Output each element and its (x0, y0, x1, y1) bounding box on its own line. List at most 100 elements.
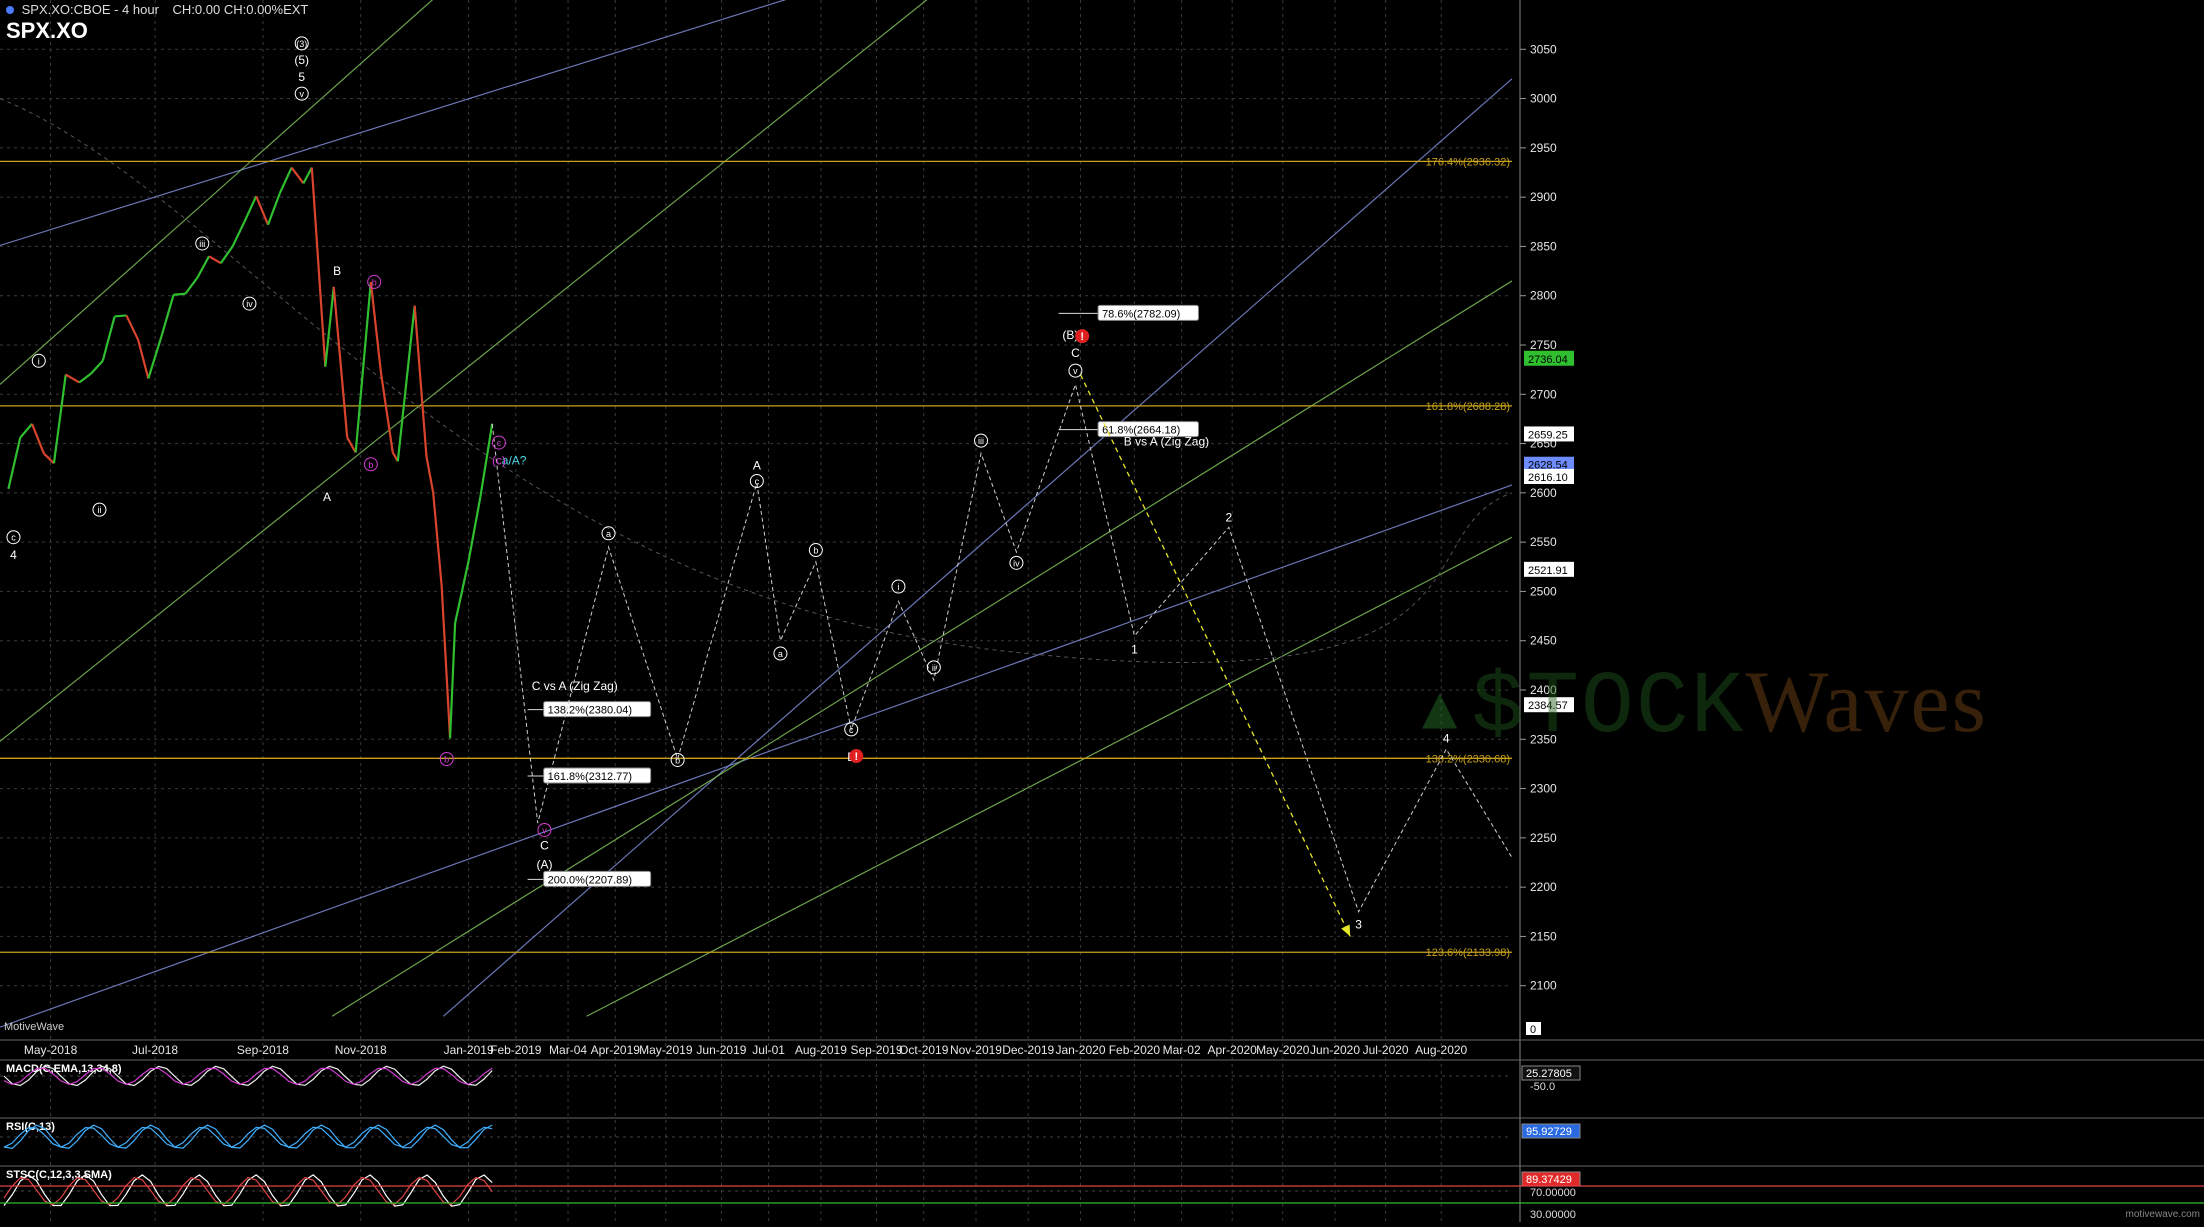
x-tick-label: Jan-2019 (444, 1043, 494, 1057)
wave-label: 5 (298, 70, 305, 84)
x-tick-label: Jul-01 (752, 1043, 785, 1057)
y-tick-label: 2600 (1530, 486, 1557, 500)
wave-label: ii (97, 505, 101, 515)
watermark-triangle-icon: ▲ (1410, 674, 1472, 742)
wave-label: iii (978, 436, 984, 446)
wave-label: A (753, 458, 761, 472)
wave-label: b (675, 755, 680, 765)
x-tick-label: May-2020 (1256, 1043, 1310, 1057)
wave-label: c (497, 438, 502, 448)
price-segment (173, 292, 186, 296)
wave-label: iv (1013, 558, 1020, 568)
x-tick-label: Feb-2020 (1109, 1043, 1161, 1057)
y-tick-label: 2450 (1530, 634, 1557, 648)
annotation-label: B vs A (Zig Zag) (1124, 435, 1209, 449)
x-tick-label: Jan-2020 (1055, 1043, 1105, 1057)
fib-box-label: 161.8%(2312.77) (548, 771, 632, 783)
wave-label: (5) (294, 53, 309, 67)
price-tag-label: 2736.04 (1528, 354, 1568, 366)
wave-label: (3) (296, 39, 307, 49)
y-tick-label: 2950 (1530, 141, 1557, 155)
x-tick-label: Jul-2018 (132, 1043, 178, 1057)
x-tick-label: Jun-2020 (1310, 1043, 1360, 1057)
wave-label: B (333, 264, 341, 278)
wave-label: c (755, 477, 760, 487)
price-tag-label: 2616.10 (1528, 472, 1568, 484)
indicator-value2: -50.0 (1530, 1081, 1555, 1093)
y-tick-label: 2500 (1530, 584, 1557, 598)
x-tick-label: Aug-2019 (795, 1043, 847, 1057)
indicator-value: 95.92729 (1526, 1126, 1572, 1138)
x-tick-label: Nov-2018 (335, 1043, 387, 1057)
zero-tag-label: 0 (1530, 1024, 1536, 1036)
x-tick-label: Oct-2019 (899, 1043, 949, 1057)
fib-level-label: 176.4%(2936.32) (1426, 156, 1510, 168)
wave-label: b (368, 460, 373, 470)
watermark-part2: Waves (1745, 654, 1988, 751)
y-tick-label: 2550 (1530, 535, 1557, 549)
y-tick-label: 2850 (1530, 239, 1557, 253)
y-tick-label: 2750 (1530, 338, 1557, 352)
watermark-part1: $TOCK (1471, 659, 1746, 758)
price-chart[interactable]: May-2018 Jul-2018 Sep-2018 Nov-2018 Jan-2019… (0, 0, 2204, 1222)
x-tick-label: Nov-2019 (950, 1043, 1002, 1057)
wave-label: A (323, 490, 331, 504)
x-tick-label: May-2018 (24, 1043, 78, 1057)
price-segment (114, 314, 127, 318)
y-tick-label: 2150 (1530, 929, 1557, 943)
wave-label: 3 (1355, 918, 1362, 932)
wave-label: i (38, 356, 40, 366)
annotation-label: C vs A (Zig Zag) (532, 679, 618, 693)
wave-label: b (444, 755, 449, 765)
chart-header: SPX.XO:CBOE - 4 hour CH:0.00 CH:0.00%EXT (6, 2, 308, 17)
alert-label: ! (854, 751, 858, 763)
y-tick-label: 2200 (1530, 880, 1557, 894)
indicator-value: 89.37429 (1526, 1174, 1572, 1186)
wave-label: b (813, 546, 818, 556)
wave-label: 4 (10, 548, 17, 562)
x-tick-label: Mar-02 (1163, 1043, 1201, 1057)
x-tick-label: Aug-2020 (1415, 1043, 1467, 1057)
indicator-value2: 70.00000 (1530, 1187, 1576, 1199)
wave-label: v (299, 89, 304, 99)
fib-box-label: 78.6%(2782.09) (1102, 308, 1180, 320)
watermark: ▲$TOCKWaves (1410, 650, 1988, 758)
wave-label: c (849, 725, 854, 735)
price-tag-label: 2659.25 (1528, 429, 1568, 441)
wave-label: ii (932, 663, 936, 673)
indicator-value: 25.27805 (1526, 1068, 1572, 1080)
wave-label: v (542, 825, 547, 835)
wave-label: b (372, 277, 377, 287)
x-tick-label: Dec-2019 (1002, 1043, 1054, 1057)
y-tick-label: 3000 (1530, 92, 1557, 106)
indicator-name: MACD(C,EMA,13,34,8) (6, 1063, 122, 1075)
y-tick-label: 2700 (1530, 387, 1557, 401)
x-tick-label: Sep-2018 (237, 1043, 289, 1057)
fib-level-label: 161.8%(2688.28) (1426, 401, 1510, 413)
wave-label: c (11, 533, 16, 543)
y-tick-label: 2900 (1530, 190, 1557, 204)
wave-label: C (1071, 346, 1080, 360)
chart-stage[interactable]: May-2018 Jul-2018 Sep-2018 Nov-2018 Jan-2019… (0, 0, 2204, 1222)
wave-label: (c) (492, 453, 506, 467)
wave-label: i (897, 582, 899, 592)
wave-label: (A) (536, 857, 552, 871)
wave-label: 2 (1225, 511, 1232, 525)
wave-label: iv (246, 299, 253, 309)
brand-label: MotiveWave (4, 1021, 65, 1033)
header-title: SPX.XO:CBOE - 4 hour (21, 2, 159, 17)
y-tick-label: 3050 (1530, 42, 1557, 56)
x-tick-label: Mar-04 (549, 1043, 587, 1057)
price-tag-label: 2521.91 (1528, 565, 1568, 577)
symbol-label: SPX.XO (6, 18, 88, 43)
y-tick-label: 2250 (1530, 831, 1557, 845)
alert-label: ! (1080, 331, 1084, 343)
x-tick-label: Feb-2019 (490, 1043, 542, 1057)
wave-label: a (606, 529, 611, 539)
wave-label: iii (199, 239, 205, 249)
indicator-value3: 30.00000 (1530, 1209, 1576, 1221)
x-tick-label: Jul-2020 (1363, 1043, 1409, 1057)
wave-label: a (778, 649, 783, 659)
x-tick-label: Sep-2019 (850, 1043, 902, 1057)
y-tick-label: 2800 (1530, 289, 1557, 303)
